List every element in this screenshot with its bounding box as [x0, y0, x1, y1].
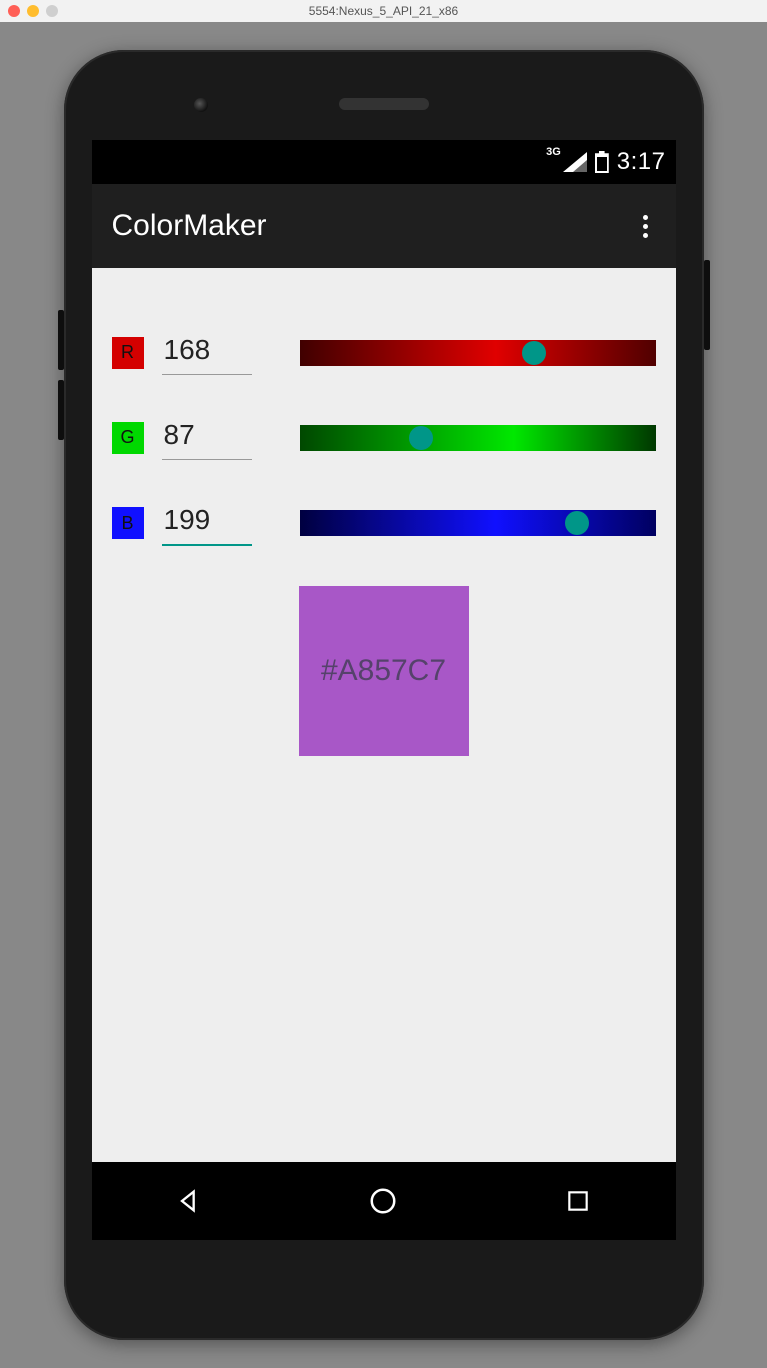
app-content: R G B [92, 268, 676, 1162]
channel-row-red: R [112, 330, 656, 375]
color-swatch-container: #A857C7 [112, 586, 656, 756]
device-screen: 3G 3:17 ColorMaker R [92, 140, 676, 1240]
device-volume-up-button[interactable] [58, 310, 64, 370]
slider-thumb[interactable] [522, 341, 546, 365]
color-swatch: #A857C7 [299, 586, 469, 756]
slider-thumb[interactable] [409, 426, 433, 450]
device-power-button[interactable] [704, 260, 710, 350]
emulator-area: 3G 3:17 ColorMaker R [0, 22, 767, 1368]
mac-window-title: 5554:Nexus_5_API_21_x86 [0, 4, 767, 18]
android-status-bar[interactable]: 3G 3:17 [92, 140, 676, 184]
slider-track [300, 510, 656, 536]
overflow-menu-icon[interactable] [635, 207, 656, 246]
device-frame: 3G 3:17 ColorMaker R [64, 50, 704, 1340]
app-bar: ColorMaker [92, 184, 676, 268]
channel-slider-red[interactable] [300, 340, 656, 366]
app-title: ColorMaker [112, 209, 267, 243]
channel-slider-green[interactable] [300, 425, 656, 451]
nav-back-icon[interactable] [174, 1186, 204, 1216]
slider-track [300, 340, 656, 366]
channel-chip-green: G [112, 422, 144, 454]
channel-chip-blue: B [112, 507, 144, 539]
channel-row-green: G [112, 415, 656, 460]
channel-value-blue[interactable] [162, 500, 252, 546]
android-nav-bar [92, 1162, 676, 1240]
channel-slider-blue[interactable] [300, 510, 656, 536]
nav-home-icon[interactable] [368, 1186, 398, 1216]
channel-value-red[interactable] [162, 330, 252, 375]
nav-recent-icon[interactable] [563, 1186, 593, 1216]
network-type-label: 3G [546, 146, 561, 158]
channel-value-green[interactable] [162, 415, 252, 460]
signal-icon [563, 152, 587, 172]
device-camera [194, 98, 208, 112]
clock-label: 3:17 [617, 148, 666, 176]
channel-row-blue: B [112, 500, 656, 546]
mac-window-titlebar: 5554:Nexus_5_API_21_x86 [0, 0, 767, 22]
slider-track [300, 425, 656, 451]
channel-chip-red: R [112, 337, 144, 369]
slider-thumb[interactable] [565, 511, 589, 535]
device-volume-down-button[interactable] [58, 380, 64, 440]
battery-charging-icon [595, 151, 609, 173]
